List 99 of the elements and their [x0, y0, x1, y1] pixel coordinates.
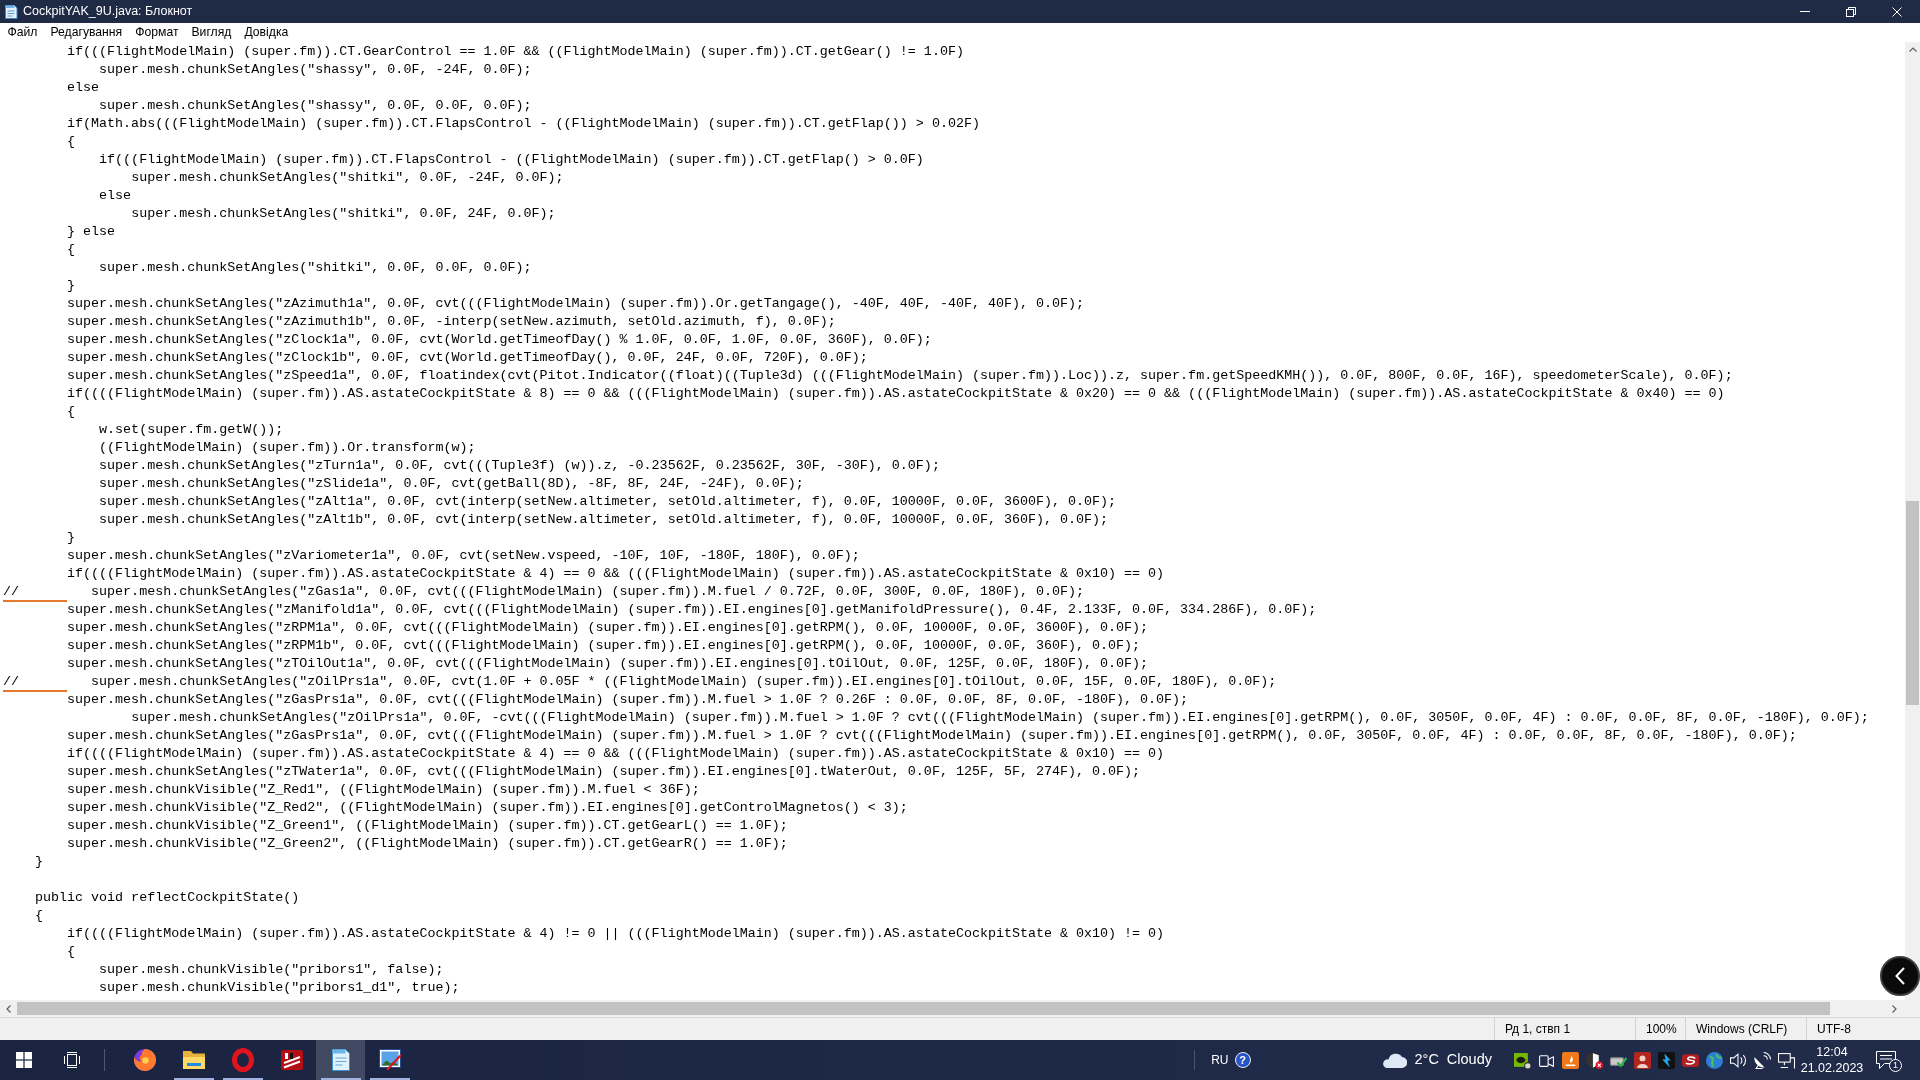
help-button[interactable]: ? — [1234, 1052, 1251, 1068]
code-line: super.mesh.chunkSetAngles("zClock1b", 0.0F, cvt(World.getTimeofDay(), 0.0F, 24F, 0.0F, 720F), 0.0F); — [67, 350, 868, 365]
person-tile-icon[interactable] — [1633, 1051, 1651, 1069]
scrollbar-thumb[interactable] — [1906, 501, 1919, 705]
code-line: super.mesh.chunkSetAngles("shitki", 0.0F, 24F, 0.0F); — [131, 206, 556, 221]
code-line: // super.mesh.chunkSetAngles("zGas1a", 0.0F, cvt(((FlightModelMain) (super.fm)).M.fuel / 0.72F, 0.0F, 300F, 0.0F, 180F), 0.0F); — [3, 584, 1085, 599]
notepad-icon — [4, 4, 18, 19]
code-line: super.mesh.chunkVisible("Z_Green2", ((FlightModelMain) (super.fm)).CT.getGearR() == 1.0F); — [67, 836, 788, 851]
code-line: super.mesh.chunkSetAngles("shassy", 0.0F, -24F, 0.0F); — [99, 62, 532, 77]
code-line: } — [35, 854, 44, 869]
scrollbar-thumb[interactable] — [17, 1002, 1830, 1015]
close-icon[interactable] — [1892, 6, 1902, 17]
code-line: else — [99, 188, 132, 203]
code-line: { — [35, 908, 44, 923]
code-line: super.mesh.chunkSetAngles("zRPM1a", 0.0F, cvt(((FlightModelMain) (super.fm)).EI.engines[0].getRPM(), 0.0F, 10000F, 0.0F, 3600F), 0.0F); — [67, 620, 1149, 635]
clock-date[interactable]: 21.02.2023 — [1798, 1060, 1866, 1076]
menu-item[interactable]: Файл — [1, 23, 44, 42]
round-button[interactable] — [1880, 956, 1920, 996]
code-line: if(Math.abs(((FlightModelMain) (super.fm)).CT.FlapsControl - ((FlightModelMain) (super.fm)).CT.getFlap()) > 0.02F) — [67, 116, 980, 131]
code-line: super.mesh.chunkSetAngles("shitki", 0.0F, 0.0F, 0.0F); — [99, 260, 532, 275]
code-line: super.mesh.chunkSetAngles("zTWater1a", 0.0F, cvt(((FlightModelMain) (super.fm)).EI.engines[0].tWaterOut, 0.0F, 125F, 5F, 274F), 0.0F); — [67, 764, 1141, 779]
code-line: { — [67, 944, 76, 959]
code-line: } else — [67, 224, 116, 239]
code-line: super.mesh.chunkSetAngles("zSlide1a", 0.0F, cvt(getBall(8D), -8F, 8F, 24F, -24F), 0.0F); — [99, 476, 804, 491]
code-line: super.mesh.chunkVisible("pribors1", false); — [99, 962, 444, 977]
flame-tile-icon[interactable] — [1561, 1051, 1579, 1069]
code-line: super.mesh.chunkSetAngles("zAzimuth1b", 0.0F, -interp(setNew.azimuth, setOld.azimuth, f), 0.0F); — [67, 314, 836, 329]
code-line: { — [67, 134, 76, 149]
scrollbar[interactable] — [1905, 42, 1920, 1000]
message-icon[interactable] — [1876, 1051, 1896, 1069]
code-line: if((((FlightModelMain) (super.fm)).AS.astateCockpitState & 8) == 0 && (((FlightModelMain) (super.fm)).AS.astateCockpitState & 0x20) == 0 && (((FlightModelMain) (super.fm)).AS.astateCockpitState & 0x40) == 0) — [67, 386, 1725, 401]
chevron-up-icon[interactable] — [1908, 47, 1917, 52]
chevron-right-icon[interactable] — [1892, 1004, 1897, 1013]
code-line: else — [67, 80, 100, 95]
code-line: ((FlightModelMain) (super.fm)).Or.transform(w); — [99, 440, 476, 455]
code-line: if((((FlightModelMain) (super.fm)).AS.astateCockpitState & 4) == 0 && (((FlightModelMain) (super.fm)).AS.astateCockpitState & 0x10) == 0) — [67, 566, 1165, 581]
code-line: super.mesh.chunkSetAngles("zTOilOut1a", 0.0F, cvt(((FlightModelMain) (super.fm)).EI.engines[0].tOilOut, 0.0F, 125F, 0.0F, 180F), 0.0F); — [67, 656, 1149, 671]
language-indicator[interactable]: RU — [1211, 1051, 1229, 1069]
code-line: super.mesh.chunkSetAngles("zOilPrs1a", 0.0F, -cvt(((FlightModelMain) (super.fm)).M.fuel > 1.0F ? cvt(((FlightModelMain) (super.fm)).EI.engines[0].getRPM(), 0.0F, 3050F, 0.0F, 4F) : 0.0F, 0.0F, 8F, 0.0F, -180F), 0.0F); — [131, 710, 1869, 725]
code-line: { — [67, 242, 76, 257]
code-line: super.mesh.chunkSetAngles("zRPM1b", 0.0F, cvt(((FlightModelMain) (super.fm)).EI.engines[0].getRPM(), 0.0F, 10000F, 0.0F, 360F), 0.0F); — [67, 638, 1141, 653]
code-line: super.mesh.chunkSetAngles("zManifold1a", 0.0F, cvt(((FlightModelMain) (super.fm)).EI.engines[0].getManifoldPressure(), 0.4F, 2.133F, 0.0F, 334.286F), 0.0F); — [67, 602, 1317, 617]
code-line: super.mesh.chunkSetAngles("shassy", 0.0F, 0.0F, 0.0F); — [99, 98, 532, 113]
satellite-dish-icon[interactable] — [1753, 1051, 1771, 1069]
restore-icon[interactable] — [1846, 6, 1856, 17]
menu-item[interactable]: Вигляд — [185, 23, 238, 42]
monitor-icon[interactable] — [1777, 1051, 1795, 1069]
shield-icon[interactable] — [1585, 1051, 1603, 1069]
code-line: super.mesh.chunkSetAngles("zSpeed1a", 0.0F, floatindex(cvt(Pitot.Indicator((float)((Tuple3d) (((FlightModelMain) (super.fm)).Loc)).z, super.fm.getSpeedKMH()), 0.0F, 800F, 0.0F, 16F), speedometerScale), 0.0F); — [67, 368, 1733, 383]
speaker-icon[interactable] — [1729, 1051, 1747, 1069]
clock-time[interactable]: 12:04 — [1798, 1044, 1866, 1060]
code-line: super.mesh.chunkSetAngles("zVariometer1a", 0.0F, cvt(setNew.vspeed, -10F, 10F, -180F, 180F), 0.0F); — [67, 548, 860, 563]
code-line: } — [67, 530, 76, 545]
code-line: if((((FlightModelMain) (super.fm)).AS.astateCockpitState & 4) == 0 && (((FlightModelMain) (super.fm)).AS.astateCockpitState & 0x10) == 0) — [67, 746, 1165, 761]
code-line: super.mesh.chunkVisible("Z_Green1", ((FlightModelMain) (super.fm)).CT.getGearL() == 1.0F); — [67, 818, 788, 833]
weather-condition[interactable]: Cloudy — [1446, 1049, 1492, 1071]
encoding-label: UTF-8 — [1817, 1021, 1851, 1038]
ring-icon[interactable] — [230, 1048, 255, 1072]
cloud-icon[interactable] — [1380, 1052, 1407, 1068]
menu-item[interactable]: Довідка — [237, 23, 295, 42]
picture-icon[interactable] — [377, 1048, 402, 1072]
code-line: super.mesh.chunkVisible("Z_Red2", ((FlightModelMain) (super.fm)).EI.engines[0].getControlMagnetos() < 3); — [67, 800, 908, 815]
code-line: super.mesh.chunkVisible("pribors1_d1", true); — [99, 980, 460, 995]
code-line: super.mesh.chunkSetAngles("zAlt1a", 0.0F, cvt(interp(setNew.altimeter, setOld.altimeter, f), 0.0F, 10000F, 0.0F, 3600F), 0.0F); — [99, 494, 1117, 509]
code-line: super.mesh.chunkSetAngles("zClock1a", 0.0F, cvt(World.getTimeofDay() % 1.0F, 0.0F, 1.0F, 0.0F, 360F), 0.0F); — [67, 332, 932, 347]
swoosh-tile-icon[interactable] — [1681, 1051, 1699, 1069]
code-line: super.mesh.chunkSetAngles("zGasPrs1a", 0.0F, cvt(((FlightModelMain) (super.fm)).M.fuel > 1.0F ? cvt(((FlightModelMain) (super.fm)).EI.engines[0].getRPM(), 0.0F, 3050F, 0.0F, 4F) : 0.0F, 0.0F, 8F, 0.0F, -180F), 0.0F); — [67, 728, 1797, 743]
code-line: super.mesh.chunkSetAngles("zTurn1a", 0.0F, cvt(((Tuple3f) (w)).z, -0.23562F, 0.23562F, 30F, -30F), 0.0F); — [99, 458, 940, 473]
code-line: super.mesh.chunkVisible("Z_Red1", ((FlightModelMain) (super.fm)).M.fuel < 36F); — [67, 782, 700, 797]
code-line: if(((FlightModelMain) (super.fm)).CT.GearControl == 1.0F && ((FlightModelMain) (super.fm)).CT.getGear() != 1.0F) — [67, 44, 964, 59]
window-title: CockpitYAK_9U.java: Блокнот — [23, 3, 193, 20]
globe-icon[interactable] — [1705, 1051, 1723, 1069]
code-line: } — [67, 278, 76, 293]
code-line: { — [67, 404, 76, 419]
code-line: public void reflectCockpitState() — [35, 890, 300, 905]
swirl-gear-icon[interactable] — [1513, 1051, 1531, 1069]
weather-temperature[interactable]: 2°C — [1414, 1049, 1439, 1071]
code-line: super.mesh.chunkSetAngles("shitki", 0.0F, -24F, 0.0F); — [131, 170, 564, 185]
emblem-icon[interactable] — [279, 1048, 304, 1072]
task-view-icon[interactable] — [63, 1052, 81, 1068]
code-line: w.set(super.fm.getW()); — [99, 422, 284, 437]
cursor-position: Рд 1, ствп 1 — [1505, 1021, 1571, 1038]
code-line: if((((FlightModelMain) (super.fm)).AS.astateCockpitState & 4) != 0 || (((FlightModelMain) (super.fm)).AS.astateCockpitState & 0x10) != 0) — [67, 926, 1165, 941]
taskbar-button[interactable] — [316, 1040, 365, 1080]
code-line: // super.mesh.chunkSetAngles("zOilPrs1a", 0.0F, cvt(1.0F + 0.05F * ((FlightModelMain) (super.fm)).EI.engines[0].tOilOut, 0.0F, 15F, 0.0F, 180F), 0.0F); — [3, 674, 1277, 689]
zoom-level: 100% — [1646, 1021, 1677, 1038]
scrollbar[interactable] — [0, 1000, 1905, 1017]
notification-count[interactable]: 1 — [1889, 1059, 1902, 1072]
code-line: if(((FlightModelMain) (super.fm)).CT.FlapsControl - ((FlightModelMain) (super.fm)).CT.getFlap() > 0.0F) — [99, 152, 924, 167]
code-line: super.mesh.chunkSetAngles("zGasPrs1a", 0.0F, cvt(((FlightModelMain) (super.fm)).M.fuel > 1.0F ? 0.26F : 0.0F, 0.0F, 8F, 0.0F, -180F), 0.0F); — [67, 692, 1189, 707]
code-line: super.mesh.chunkSetAngles("zAlt1b", 0.0F, cvt(interp(setNew.altimeter, setOld.altimeter, f), 0.0F, 10000F, 0.0F, 360F), 0.0F); — [99, 512, 1109, 527]
menu-item[interactable]: Редагування — [43, 23, 129, 42]
code-line: super.mesh.chunkSetAngles("zAzimuth1a", 0.0F, cvt(((FlightModelMain) (super.fm)).Or.getTangage(), -40F, 40F, -40F, 40F), 0.0F); — [67, 296, 1085, 311]
line-ending: Windows (CRLF) — [1696, 1021, 1788, 1038]
bolt-tile-icon[interactable] — [1657, 1051, 1675, 1069]
folder-icon[interactable] — [181, 1048, 206, 1072]
menu-item[interactable]: Формат — [128, 23, 185, 42]
swirl-disc-icon[interactable] — [132, 1048, 157, 1072]
four-panes-icon[interactable] — [16, 1052, 32, 1068]
